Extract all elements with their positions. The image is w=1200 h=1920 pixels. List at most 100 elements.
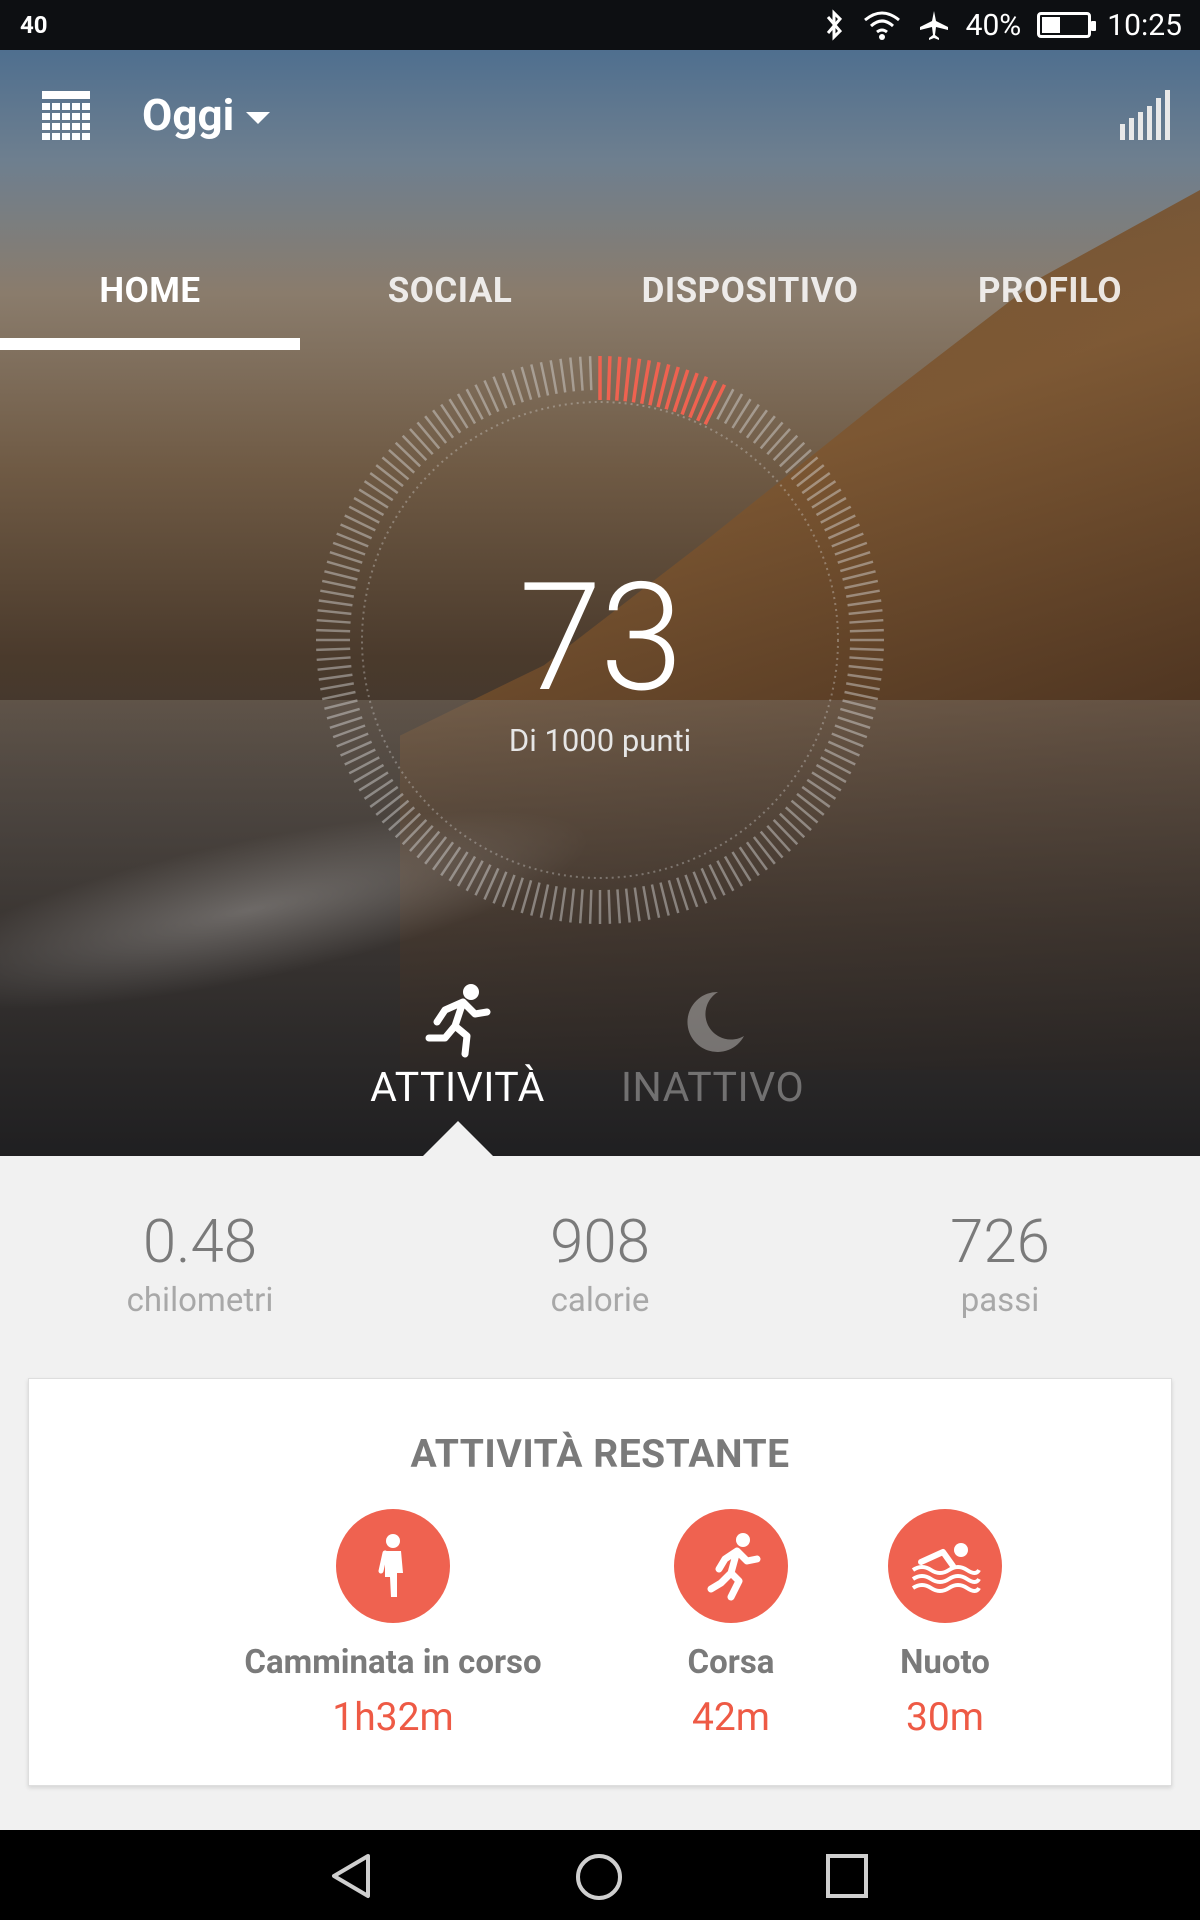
stat-steps: 726 passi: [800, 1206, 1200, 1320]
progress-tick: [778, 441, 806, 468]
progress-tick: [772, 434, 799, 462]
sport-name: Corsa: [687, 1643, 775, 1682]
progress-tick: [559, 887, 567, 922]
wifi-icon: [863, 11, 900, 40]
remaining-activity-card[interactable]: ATTIVITÀ RESTANTE Camminata in corso 1h3…: [28, 1378, 1172, 1786]
progress-tick: [745, 409, 768, 439]
battery-icon: [1037, 12, 1097, 38]
progress-tick: [790, 456, 819, 481]
progress-tick: [806, 480, 837, 502]
progress-tick: [530, 364, 541, 398]
progress-tick: [738, 846, 760, 877]
progress-tick: [549, 885, 558, 920]
progress-tick: [381, 456, 410, 481]
progress-tick: [388, 806, 416, 831]
stat-label: chilometri: [126, 1281, 274, 1320]
progress-tick: [676, 877, 689, 911]
progress-tick-active: [703, 383, 727, 426]
progress-tick: [375, 464, 404, 488]
mode-activity-tab[interactable]: ATTIVITÀ: [365, 980, 550, 1112]
progress-tick: [375, 792, 404, 816]
tab-pointer: [422, 1121, 494, 1157]
progress-tick: [501, 372, 516, 406]
progress-tick: [790, 799, 819, 824]
stat-value: 726: [950, 1206, 1050, 1277]
progress-tick-active: [623, 357, 632, 402]
score-subtitle: Di 1000 punti: [508, 722, 692, 759]
home-icon[interactable]: [574, 1852, 624, 1902]
progress-tick: [752, 836, 776, 865]
mode-inactive-tab[interactable]: INATTIVO: [610, 980, 815, 1112]
progress-tick: [539, 884, 550, 919]
battery-percent: 40%: [965, 7, 1022, 43]
progress-tick-active: [606, 356, 612, 401]
progress-tick: [432, 841, 455, 871]
status-bar: 40 40% 10:25: [0, 0, 1200, 50]
progress-tick: [684, 874, 699, 908]
progress-tick: [796, 792, 825, 816]
sport-name: Camminata in corso: [244, 1643, 542, 1682]
progress-tick: [738, 403, 760, 434]
mode-activity-label: ATTIVITÀ: [370, 1064, 545, 1112]
progress-tick: [549, 360, 558, 395]
progress-tick: [578, 889, 584, 924]
progress-tick: [432, 409, 455, 439]
progress-tick: [520, 879, 533, 914]
sport-time: 1h32m: [332, 1694, 454, 1740]
back-icon[interactable]: [328, 1852, 374, 1900]
sport-walking[interactable]: Camminata in corso 1h32m: [223, 1509, 563, 1740]
recents-icon[interactable]: [824, 1852, 870, 1900]
progress-tick-active: [631, 358, 642, 403]
sport-time: 30m: [905, 1694, 985, 1740]
progress-tick: [388, 449, 416, 474]
progress-tick: [796, 464, 825, 488]
progress-tick: [778, 812, 806, 839]
swimming-icon: [911, 1543, 981, 1593]
progress-tick: [633, 887, 641, 922]
progress-tick: [569, 888, 576, 923]
progress-tick: [667, 879, 680, 914]
progress-tick: [759, 421, 784, 450]
progress-tick: [607, 889, 612, 924]
progress-tick: [588, 356, 593, 391]
progress-tick: [569, 357, 576, 392]
running-icon: [707, 1533, 761, 1601]
progress-tick: [642, 885, 651, 920]
progress-tick: [588, 889, 593, 924]
main-content: 0.48 chilometri 908 calorie 726 passi AT…: [0, 1156, 1200, 1830]
clock: 10:25: [1107, 7, 1182, 43]
progress-tick: [539, 361, 550, 396]
progress-tick: [752, 415, 776, 444]
stat-distance: 0.48 chilometri: [0, 1206, 400, 1320]
progress-tick-active: [639, 360, 652, 404]
progress-tick: [440, 846, 462, 877]
system-nav-bar: [0, 1830, 1200, 1920]
progress-tick: [394, 441, 422, 468]
progress-tick: [745, 841, 768, 871]
stats-row: 0.48 chilometri 908 calorie 726 passi: [0, 1206, 1200, 1320]
progress-tick: [369, 472, 399, 495]
progress-tick: [409, 824, 434, 852]
progress-tick: [766, 824, 791, 852]
progress-tick: [530, 882, 541, 916]
stat-value: 908: [550, 1206, 650, 1277]
card-title: ATTIVITÀ RESTANTE: [410, 1431, 790, 1477]
progress-tick: [369, 785, 399, 808]
sport-running[interactable]: Corsa 42m: [649, 1509, 813, 1740]
progress-tick: [772, 818, 799, 846]
progress-tick: [520, 366, 533, 401]
sport-swimming[interactable]: Nuoto 30m: [863, 1509, 1027, 1740]
mode-inactive-label: INATTIVO: [620, 1064, 805, 1112]
progress-tick: [501, 874, 516, 908]
progress-tick: [578, 356, 584, 391]
progress-tick: [559, 358, 567, 393]
running-icon: [425, 984, 490, 1058]
progress-tick: [624, 888, 631, 923]
progress-tick: [650, 884, 661, 919]
progress-tick: [784, 449, 812, 474]
bluetooth-icon: [826, 9, 842, 41]
progress-tick-active: [696, 379, 718, 422]
stat-label: calorie: [550, 1281, 650, 1320]
progress-tick: [381, 799, 410, 824]
progress-tick: [759, 830, 784, 859]
